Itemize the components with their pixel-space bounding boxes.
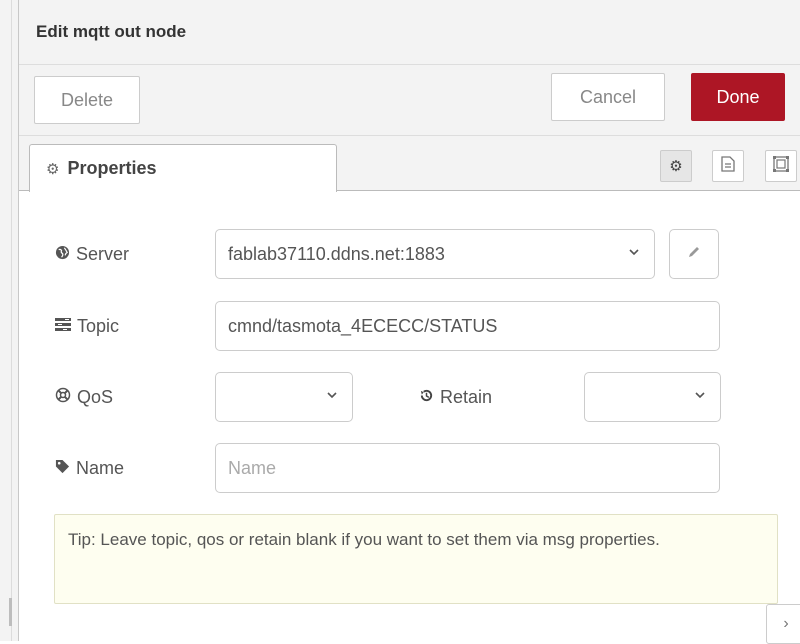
chevron-right-icon: › xyxy=(783,615,789,632)
globe-icon xyxy=(55,245,70,264)
gear-icon: ⚙ xyxy=(669,158,683,175)
tag-icon xyxy=(55,459,70,478)
name-label-text: Name xyxy=(76,457,125,478)
name-placeholder: Name xyxy=(228,457,277,478)
tab-settings-button[interactable]: ⚙ xyxy=(660,150,692,182)
tray-toolbar: Delete Cancel Done xyxy=(19,65,800,136)
server-label-text: Server xyxy=(76,243,130,264)
tab-appearance-button[interactable] xyxy=(765,150,797,182)
topic-label: Topic xyxy=(55,301,119,351)
qos-label: QoS xyxy=(55,372,113,422)
topic-input[interactable]: cmnd/tasmota_4ECECC/STATUS xyxy=(215,301,720,351)
life-ring-icon xyxy=(55,387,71,407)
tray-title: Edit mqtt out node xyxy=(36,22,187,41)
expand-button[interactable]: › xyxy=(766,604,800,644)
tip-text: Tip: Leave topic, qos or retain blank if… xyxy=(68,530,660,549)
name-label: Name xyxy=(55,443,124,493)
tasks-icon xyxy=(55,317,71,335)
cog-icon: ⚙ xyxy=(46,160,60,178)
server-value: fablab37110.ddns.net:1883 xyxy=(228,243,445,264)
retain-select[interactable] xyxy=(584,372,721,422)
edit-server-button[interactable] xyxy=(669,229,719,279)
done-button[interactable]: Done xyxy=(691,73,785,121)
qos-label-text: QoS xyxy=(77,386,114,407)
chevron-down-icon xyxy=(326,388,338,404)
pencil-icon xyxy=(687,245,701,264)
cancel-button[interactable]: Cancel xyxy=(551,73,665,121)
topic-label-text: Topic xyxy=(77,315,120,336)
retain-label-text: Retain xyxy=(440,386,493,407)
tray-header: Edit mqtt out node xyxy=(19,0,800,65)
retain-label: Retain xyxy=(419,372,492,422)
tab-properties[interactable]: ⚙ Properties xyxy=(29,144,337,192)
delete-button[interactable]: Delete xyxy=(34,76,140,124)
tab-properties-label: Properties xyxy=(67,158,157,178)
object-group-icon xyxy=(773,156,789,176)
chevron-down-icon xyxy=(628,245,640,261)
history-icon xyxy=(419,388,434,407)
server-label: Server xyxy=(55,229,129,279)
tip-box: Tip: Leave topic, qos or retain blank if… xyxy=(54,514,778,604)
name-input[interactable]: Name xyxy=(215,443,720,493)
left-edge-resize-handle[interactable] xyxy=(9,598,12,626)
server-select[interactable]: fablab37110.ddns.net:1883 xyxy=(215,229,655,279)
tab-description-button[interactable] xyxy=(712,150,744,182)
file-text-icon xyxy=(721,156,735,176)
qos-select[interactable] xyxy=(215,372,353,422)
topic-value: cmnd/tasmota_4ECECC/STATUS xyxy=(228,315,498,336)
chevron-down-icon xyxy=(694,388,706,404)
left-edge-divider xyxy=(11,0,12,641)
properties-form: Server fablab37110.ddns.net:1883 Topic c… xyxy=(19,191,800,641)
edit-tray: Edit mqtt out node Delete Cancel Done ⚙ … xyxy=(18,0,800,644)
left-edge-panel xyxy=(0,0,18,641)
tab-bar: ⚙ Properties ⚙ xyxy=(19,136,800,192)
